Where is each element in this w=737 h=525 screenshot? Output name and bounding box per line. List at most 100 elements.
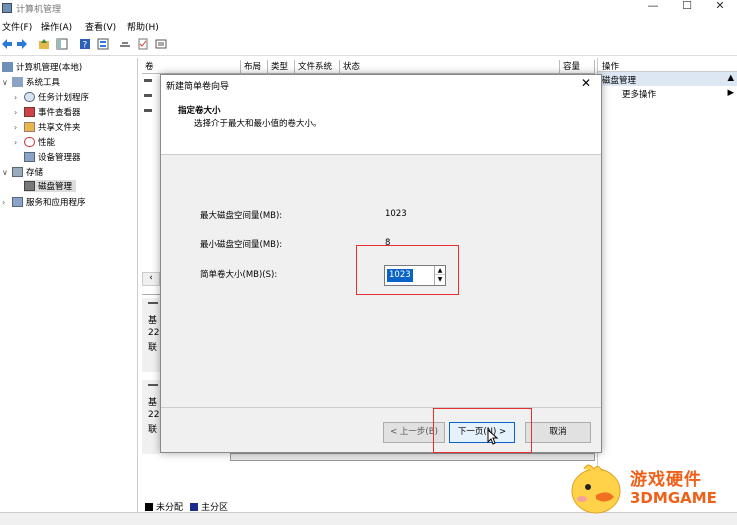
chevron-right-icon[interactable]: › [14, 93, 24, 102]
menu-view[interactable]: 查看(V) [85, 20, 116, 33]
watermark-text-cn: 游戏硬件 [630, 470, 702, 490]
tree-item-label: 设备管理器 [38, 153, 81, 163]
tree-item-shared-folders[interactable]: › 共享文件夹 [14, 121, 81, 133]
chevron-right-icon[interactable]: › [14, 123, 24, 132]
tree-item-performance[interactable]: › 性能 [14, 136, 55, 148]
tree-item-root[interactable]: 计算机管理(本地) [2, 61, 82, 73]
tree-item-device-manager[interactable]: 设备管理器 [24, 151, 81, 163]
menu-file[interactable]: 文件(F) [2, 20, 32, 33]
tree-item-event-viewer[interactable]: › 事件查看器 [14, 106, 81, 118]
chevron-down-icon[interactable]: ∨ [2, 78, 12, 87]
tree-item-disk-management[interactable]: 磁盘管理 [24, 180, 77, 192]
partition-bar[interactable] [230, 453, 595, 461]
disk-size-label: 22 [148, 328, 160, 338]
highlight-size-input [356, 245, 459, 295]
tree-item-label: 共享文件夹 [38, 123, 81, 133]
minimize-button[interactable]: — [636, 0, 670, 14]
min-size-label: 最小磁盘空间量(MB): [200, 240, 283, 250]
disk-icon [148, 302, 158, 304]
disk-type-label: 基 [148, 398, 158, 408]
column-header-filesystem[interactable]: 文件系统 [295, 60, 340, 74]
title-bar: 计算机管理 — ☐ ✕ [0, 0, 737, 17]
tree-item-label: 系统工具 [26, 78, 61, 88]
disk-status-label: 联 [148, 425, 158, 435]
dialog-title-bar: 新建简单卷向导 ✕ [161, 75, 601, 93]
dialog-divider [161, 407, 601, 408]
close-window-button[interactable]: ✕ [703, 0, 737, 14]
volume-rows [144, 76, 154, 166]
chevron-right-icon[interactable]: › [2, 198, 12, 207]
volume-icon [144, 79, 152, 82]
svg-text:?: ? [83, 41, 88, 51]
dialog-subheading: 选择介于最大和最小值的卷大小。 [194, 119, 322, 129]
dialog-heading: 指定卷大小 [178, 106, 221, 116]
disk-1-label: 基 22 联 [142, 380, 160, 454]
window-title: 计算机管理 [16, 5, 62, 15]
disk-type-label: 基 [148, 316, 158, 326]
dialog-close-icon[interactable]: ✕ [581, 76, 591, 90]
actions-section-disk-management[interactable]: 磁盘管理 ▲ [598, 72, 737, 86]
tree-item-task-scheduler[interactable]: › 任务计划程序 [14, 91, 89, 103]
column-header-volume[interactable]: 卷 [142, 60, 241, 74]
max-size-label: 最大磁盘空间量(MB): [200, 211, 283, 221]
more-actions-label: 更多操作 [622, 90, 657, 100]
max-size-value: 1023 [385, 209, 407, 219]
tree-item-label: 事件查看器 [38, 108, 81, 118]
computer-management-icon [2, 3, 12, 13]
disk-0-label: 基 22 联 [142, 298, 160, 372]
menu-bar: 文件(F) 操作(A) 查看(V) 帮助(H) [0, 17, 737, 34]
volume-size-label: 简单卷大小(MB)(S): [200, 270, 278, 280]
watermark-logo: 游戏硬件 3DMGAME [566, 459, 736, 521]
chevron-right-icon[interactable]: › [14, 138, 24, 147]
submenu-arrow-icon: ▶ [727, 88, 734, 98]
show-hide-tree-icon[interactable] [56, 38, 68, 50]
computer-icon [2, 62, 13, 72]
event-viewer-icon [24, 107, 35, 117]
actions-pane: 操作 磁盘管理 ▲ 更多操作 ▶ [597, 58, 737, 518]
column-header-capacity[interactable]: 容量 [560, 60, 595, 74]
maximize-button[interactable]: ☐ [670, 0, 704, 14]
help-icon[interactable]: ? [79, 38, 91, 50]
connect-icon[interactable] [119, 38, 131, 50]
tree-item-services[interactable]: › 服务和应用程序 [2, 196, 86, 208]
toolbar: ? [0, 34, 737, 56]
tree-item-storage[interactable]: ∨ 存储 [2, 166, 43, 178]
disk-icon [148, 384, 158, 386]
dialog-title: 新建简单卷向导 [166, 82, 230, 92]
forward-arrow-icon[interactable] [16, 38, 28, 50]
disk-icon [24, 181, 35, 191]
performance-icon [24, 137, 35, 147]
more-actions-item[interactable]: 更多操作 ▶ [598, 86, 737, 100]
navigation-tree: 计算机管理(本地) ∨ 系统工具 › 任务计划程序 › 事件查看器 › 共享文件… [0, 58, 138, 518]
disk-status-label: 联 [148, 343, 158, 353]
clock-icon [24, 92, 35, 102]
back-arrow-icon[interactable] [1, 38, 13, 50]
menu-help[interactable]: 帮助(H) [127, 20, 159, 33]
tree-item-label: 计算机管理(本地) [16, 63, 83, 73]
device-manager-icon [24, 152, 35, 162]
tree-item-label: 性能 [38, 138, 56, 148]
checklist-icon[interactable] [137, 38, 149, 50]
collapse-arrow-icon[interactable]: ▲ [727, 73, 734, 83]
watermark-text-en: 3DMGAME [630, 489, 717, 507]
actions-section-label: 磁盘管理 [602, 76, 637, 86]
column-header-type[interactable]: 类型 [268, 60, 295, 74]
up-folder-icon[interactable] [38, 38, 50, 50]
column-header-layout[interactable]: 布局 [241, 60, 268, 74]
scroll-left-button[interactable]: ‹ [142, 272, 160, 286]
tree-item-system-tools[interactable]: ∨ 系统工具 [2, 76, 60, 88]
chick-mascot-icon [571, 464, 621, 514]
primary-swatch [190, 502, 199, 511]
tree-item-label: 存储 [26, 168, 44, 178]
properties-icon[interactable] [97, 38, 109, 50]
chevron-right-icon[interactable]: › [14, 108, 24, 117]
cancel-button[interactable]: 取消 [525, 422, 591, 443]
actions-header: 操作 [598, 58, 737, 72]
volume-icon [144, 94, 152, 97]
column-header-status[interactable]: 状态 [340, 60, 560, 74]
chevron-down-icon[interactable]: ∨ [2, 168, 12, 177]
tree-item-label: 任务计划程序 [38, 93, 90, 103]
list-view-icon[interactable] [155, 38, 167, 50]
highlight-next-button [433, 408, 532, 453]
menu-action[interactable]: 操作(A) [41, 20, 72, 33]
